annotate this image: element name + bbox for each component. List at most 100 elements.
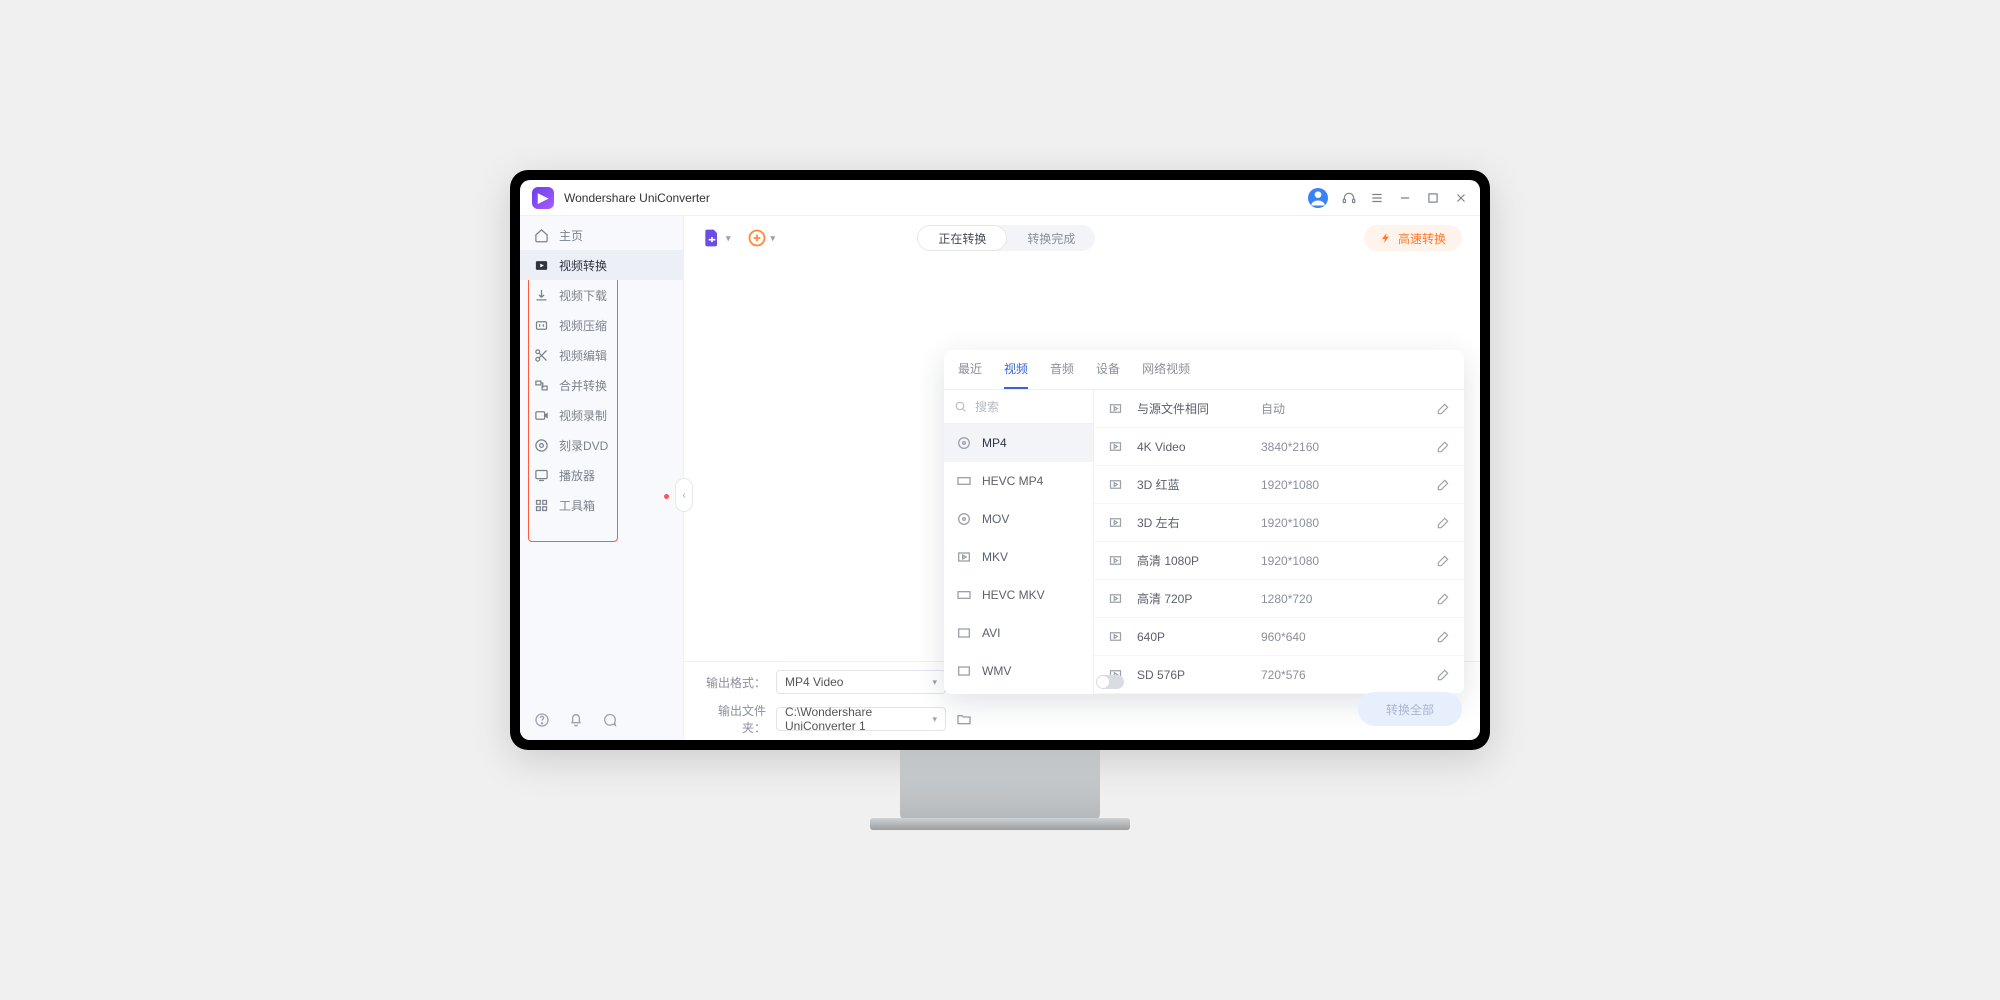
hevc-icon [956, 473, 972, 489]
edit-icon[interactable] [1436, 592, 1450, 606]
window-maximize-icon[interactable] [1426, 191, 1440, 205]
search-icon [954, 400, 967, 413]
format-item-mp4[interactable]: MP4 [944, 424, 1093, 462]
format-popup: 最近 视频 音频 设备 网络视频 搜索 MP4 HE [944, 350, 1464, 694]
chevron-down-icon: ▾ [726, 233, 731, 244]
tab-video[interactable]: 视频 [1004, 360, 1028, 389]
format-search[interactable]: 搜索 [944, 390, 1093, 424]
app-logo-icon: ▶ [532, 187, 554, 209]
tab-audio[interactable]: 音频 [1050, 360, 1074, 389]
sidebar-item-label: 视频录制 [559, 407, 607, 424]
player-icon [534, 468, 549, 483]
window-close-icon[interactable] [1454, 191, 1468, 205]
bell-icon[interactable] [568, 712, 584, 728]
app-title: Wondershare UniConverter [564, 191, 1298, 205]
sidebar-item-video-edit[interactable]: 视频编辑 [520, 340, 683, 370]
format-list: 搜索 MP4 HEVC MP4 MOV MKV HEVC MKV AVI WMV [944, 390, 1094, 694]
sidebar-item-home[interactable]: 主页 [520, 220, 683, 250]
sidebar-item-label: 视频压缩 [559, 317, 607, 334]
folder-icon[interactable] [956, 711, 972, 727]
record-icon [534, 408, 549, 423]
sidebar-item-label: 工具箱 [559, 497, 595, 514]
sidebar-item-label: 合并转换 [559, 377, 607, 394]
monitor-stand-base [870, 818, 1130, 830]
edit-icon[interactable] [1436, 630, 1450, 644]
format-item-hevcmp4[interactable]: HEVC MP4 [944, 462, 1093, 500]
sidebar-item-dvd[interactable]: 刻录DVD [520, 430, 683, 460]
video-icon [1108, 591, 1123, 606]
chevron-down-icon: ▾ [932, 714, 937, 725]
user-avatar-icon[interactable] [1308, 188, 1328, 208]
sidebar-item-label: 刻录DVD [559, 437, 608, 454]
resolution-item[interactable]: 3D 左右1920*1080 [1094, 504, 1464, 542]
sidebar-item-video-convert[interactable]: 视频转换 [520, 250, 683, 280]
status-tabs: 正在转换 转换完成 [917, 225, 1095, 251]
high-speed-label: 高速转换 [1398, 230, 1446, 247]
download-icon [534, 288, 549, 303]
output-format-select[interactable]: MP4 Video▾ [776, 670, 946, 694]
merge-toggle[interactable] [1096, 675, 1124, 689]
add-file-button[interactable]: ▾ [702, 228, 731, 248]
convert-all-button[interactable]: 转换全部 [1358, 692, 1462, 726]
merge-icon [534, 378, 549, 393]
format-item-hevcmkv[interactable]: HEVC MKV [944, 576, 1093, 614]
add-url-button[interactable]: ▾ [747, 228, 776, 248]
sidebar-item-label: 播放器 [559, 467, 595, 484]
resolution-item[interactable]: 3D 红蓝1920*1080 [1094, 466, 1464, 504]
tab-recent[interactable]: 最近 [958, 360, 982, 389]
video-icon [1108, 439, 1123, 454]
tab-web-video[interactable]: 网络视频 [1142, 360, 1190, 389]
feedback-icon[interactable] [602, 712, 618, 728]
sidebar-item-player[interactable]: 播放器 [520, 460, 683, 490]
resolution-item[interactable]: SD 576P720*576 [1094, 656, 1464, 694]
edit-icon[interactable] [1436, 554, 1450, 568]
tab-device[interactable]: 设备 [1096, 360, 1120, 389]
resolution-item[interactable]: 高清 720P1280*720 [1094, 580, 1464, 618]
output-path-label: 输出文件夹： [702, 702, 766, 736]
format-item-mkv[interactable]: MKV [944, 538, 1093, 576]
video-convert-icon [534, 258, 549, 273]
menu-icon[interactable] [1370, 191, 1384, 205]
disc-icon [956, 435, 972, 451]
toolbar: ▾ ▾ 正在转换 转换完成 高速转换 [684, 216, 1480, 260]
format-category-tabs: 最近 视频 音频 设备 网络视频 [944, 350, 1464, 390]
resolution-item[interactable]: 与源文件相同自动 [1094, 390, 1464, 428]
tab-completed[interactable]: 转换完成 [1007, 225, 1095, 251]
bolt-icon [1380, 232, 1392, 244]
toolbox-icon [534, 498, 549, 513]
hevc-icon [956, 587, 972, 603]
edit-icon[interactable] [1436, 478, 1450, 492]
sidebar-item-toolbox[interactable]: 工具箱 [520, 490, 683, 520]
film-icon [956, 663, 972, 679]
link-plus-icon [747, 228, 767, 248]
output-path-select[interactable]: C:\Wondershare UniConverter 1▾ [776, 707, 946, 731]
format-item-wmv[interactable]: WMV [944, 652, 1093, 690]
high-speed-button[interactable]: 高速转换 [1364, 225, 1462, 251]
edit-icon[interactable] [1436, 668, 1450, 682]
resolution-item[interactable]: 高清 1080P1920*1080 [1094, 542, 1464, 580]
edit-icon[interactable] [1436, 402, 1450, 416]
notification-dot-icon [664, 494, 669, 499]
sidebar-item-video-compress[interactable]: 视频压缩 [520, 310, 683, 340]
format-item-avi[interactable]: AVI [944, 614, 1093, 652]
sidebar-item-video-download[interactable]: 视频下载 [520, 280, 683, 310]
resolution-item[interactable]: 4K Video3840*2160 [1094, 428, 1464, 466]
home-icon [534, 228, 549, 243]
search-placeholder: 搜索 [975, 398, 999, 415]
edit-icon[interactable] [1436, 516, 1450, 530]
disc-icon [956, 511, 972, 527]
resolution-item[interactable]: 640P960*640 [1094, 618, 1464, 656]
monitor-frame: ▶ Wondershare UniConverter 主页 视频转换 [510, 170, 1490, 750]
window-minimize-icon[interactable] [1398, 191, 1412, 205]
video-icon [1108, 553, 1123, 568]
tab-converting[interactable]: 正在转换 [917, 225, 1007, 251]
format-item-mov[interactable]: MOV [944, 500, 1093, 538]
film-icon [956, 549, 972, 565]
help-icon[interactable] [534, 712, 550, 728]
compress-icon [534, 318, 549, 333]
support-headset-icon[interactable] [1342, 191, 1356, 205]
sidebar-item-record[interactable]: 视频录制 [520, 400, 683, 430]
film-icon [956, 625, 972, 641]
edit-icon[interactable] [1436, 440, 1450, 454]
sidebar-item-merge[interactable]: 合并转换 [520, 370, 683, 400]
